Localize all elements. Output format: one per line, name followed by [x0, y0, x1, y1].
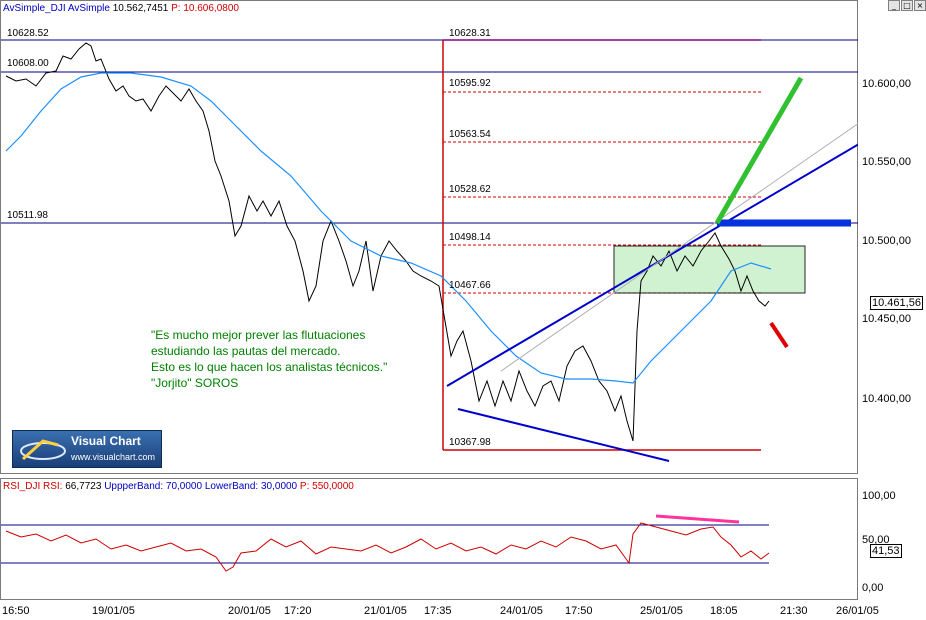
fib-label-6: 10467.66	[449, 280, 491, 291]
level-label-3: 10511.98	[7, 210, 48, 221]
price-tick-5: 10.400,00	[862, 393, 911, 405]
maximize-icon[interactable]: □	[901, 0, 913, 11]
fib-label-1: 10628.31	[449, 28, 491, 39]
price-tick-3: 10.500,00	[862, 235, 911, 247]
price-tick-1: 10.600,00	[862, 78, 911, 90]
rsi-panel[interactable]: RSI_DJI RSI: 66,7723 UppperBand: 70,0000…	[0, 478, 858, 600]
window-buttons: _ □ ×	[888, 0, 926, 11]
time-label-12: 26/01/05	[836, 605, 879, 617]
time-label-3: 20/01/05	[228, 605, 271, 617]
rsi-tick-100: 100,00	[862, 490, 896, 502]
time-label-8: 17:50	[565, 605, 593, 617]
rsi-tick-0: 0,00	[862, 582, 884, 594]
quote-annotation: "Es mucho mejor prever las flutuaciones …	[151, 328, 388, 390]
price-chart-panel[interactable]: AvSimple_DJI AvSimple 10.562,7451 P: 10.…	[0, 0, 859, 474]
close-icon[interactable]: ×	[914, 0, 926, 11]
time-label-4: 17:20	[284, 605, 312, 617]
time-label-7: 24/01/05	[500, 605, 543, 617]
time-label-10: 18:05	[710, 605, 738, 617]
fib-label-7: 10367.98	[449, 437, 491, 448]
price-chart-canvas	[1, 39, 859, 462]
fib-label-2: 10595.92	[449, 78, 491, 89]
rsi-chart-canvas	[1, 514, 770, 572]
visual-chart-logo: Visual Chart www.visualchart.com	[12, 430, 162, 468]
fib-label-4: 10528.62	[449, 184, 491, 195]
price-axis[interactable]: _ □ × 10.600,00 10.550,00 10.500,00 10.4…	[858, 0, 926, 474]
rsi-axis[interactable]: 100,00 50,00 0,00 41,53	[858, 478, 926, 600]
time-axis[interactable]: 16:50 19/01/05 20/01/05 17:20 21/01/05 1…	[0, 600, 926, 620]
current-rsi-badge: 41,53	[870, 544, 902, 558]
time-label-6: 17:35	[424, 605, 452, 617]
level-label-2: 10608.00	[7, 58, 49, 69]
time-label-1: 16:50	[2, 605, 30, 617]
level-label-1: 10628.52	[7, 28, 49, 39]
logo-url: www.visualchart.com	[71, 452, 156, 462]
fib-label-5: 10498.14	[449, 232, 491, 243]
price-tick-2: 10.550,00	[862, 156, 911, 168]
logo-name: Visual Chart	[71, 434, 141, 448]
price-tick-4: 10.450,00	[862, 313, 911, 325]
time-label-2: 19/01/05	[92, 605, 135, 617]
current-price-badge: 10.461,56	[870, 296, 923, 310]
logo-icon	[20, 439, 66, 461]
fib-label-3: 10563.54	[449, 129, 491, 140]
time-label-5: 21/01/05	[364, 605, 407, 617]
time-label-11: 21:30	[780, 605, 808, 617]
minimize-icon[interactable]: _	[888, 0, 900, 11]
time-label-9: 25/01/05	[640, 605, 683, 617]
